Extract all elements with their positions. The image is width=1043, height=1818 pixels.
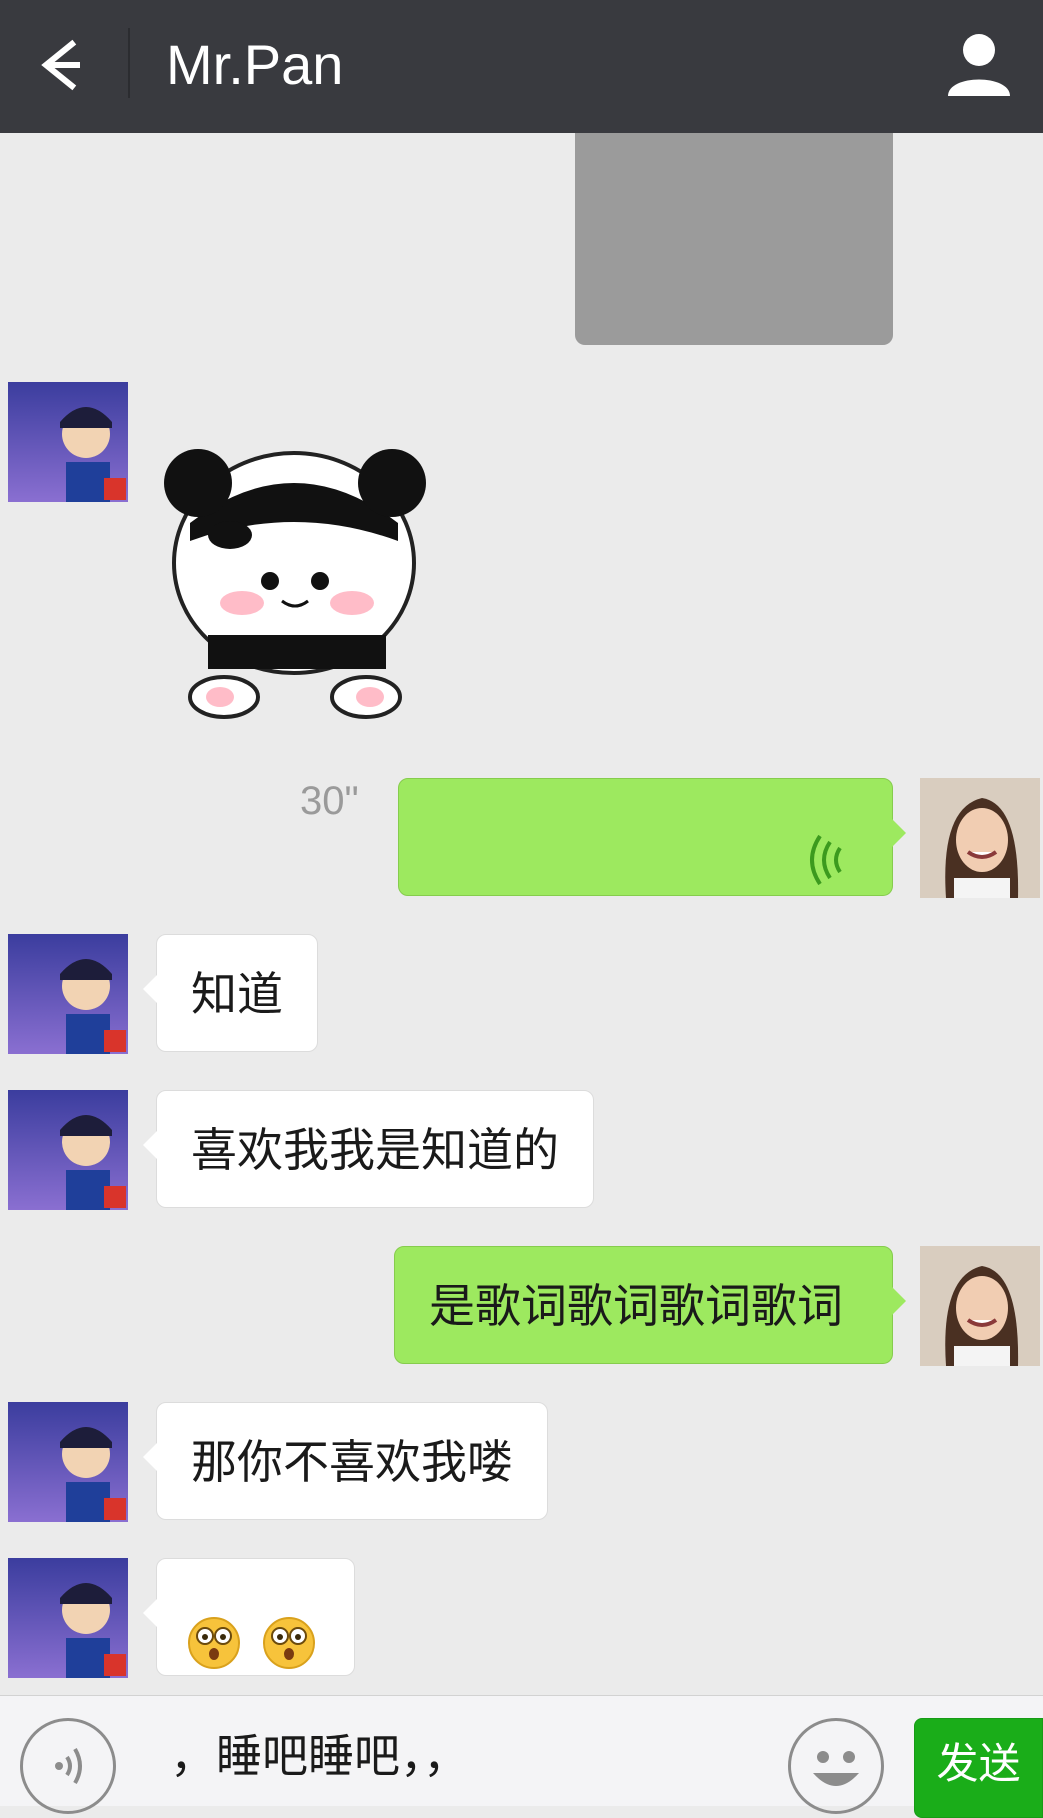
my-avatar[interactable]	[920, 1246, 1040, 1366]
top-bar: Mr.Pan	[0, 0, 1043, 133]
contact-avatar[interactable]	[8, 1558, 128, 1678]
outgoing-message[interactable]: 是歌词歌词歌词歌词	[394, 1246, 906, 1364]
incoming-message[interactable]: 那你不喜欢我喽	[143, 1402, 548, 1520]
incoming-emoji-message[interactable]	[143, 1558, 355, 1676]
panda-sticker[interactable]	[160, 413, 436, 723]
message-input[interactable]: ，睡吧睡吧，，	[170, 1716, 469, 1796]
voice-duration: 30"	[300, 779, 359, 823]
profile-icon[interactable]	[940, 26, 1018, 104]
contact-avatar[interactable]	[8, 1090, 128, 1210]
incoming-message[interactable]: 知道	[143, 934, 318, 1052]
chat-title: Mr.Pan	[166, 33, 344, 96]
contact-avatar[interactable]	[8, 382, 128, 502]
voice-toggle-icon[interactable]	[20, 1718, 116, 1814]
image-message[interactable]	[575, 133, 893, 345]
incoming-message[interactable]: 喜欢我我是知道的	[143, 1090, 594, 1208]
contact-avatar[interactable]	[8, 1402, 128, 1522]
my-avatar[interactable]	[920, 778, 1040, 898]
send-button[interactable]: 发送	[914, 1718, 1043, 1818]
surprised-emoji-icon	[262, 1595, 316, 1669]
surprised-emoji-icon	[187, 1595, 241, 1669]
contact-avatar[interactable]	[8, 934, 128, 1054]
voice-message-bubble[interactable]	[398, 778, 906, 896]
back-arrow-icon[interactable]	[24, 30, 94, 100]
voice-wave-icon	[800, 811, 852, 886]
input-bar: ，睡吧睡吧，， 发送	[0, 1695, 1043, 1818]
emoji-icon[interactable]	[788, 1718, 884, 1814]
header-divider	[128, 28, 130, 98]
message-list[interactable]: 30" 知道 喜欢我我是知道的 是歌词歌词歌词歌词 那你不喜欢我喽	[0, 133, 1043, 1695]
